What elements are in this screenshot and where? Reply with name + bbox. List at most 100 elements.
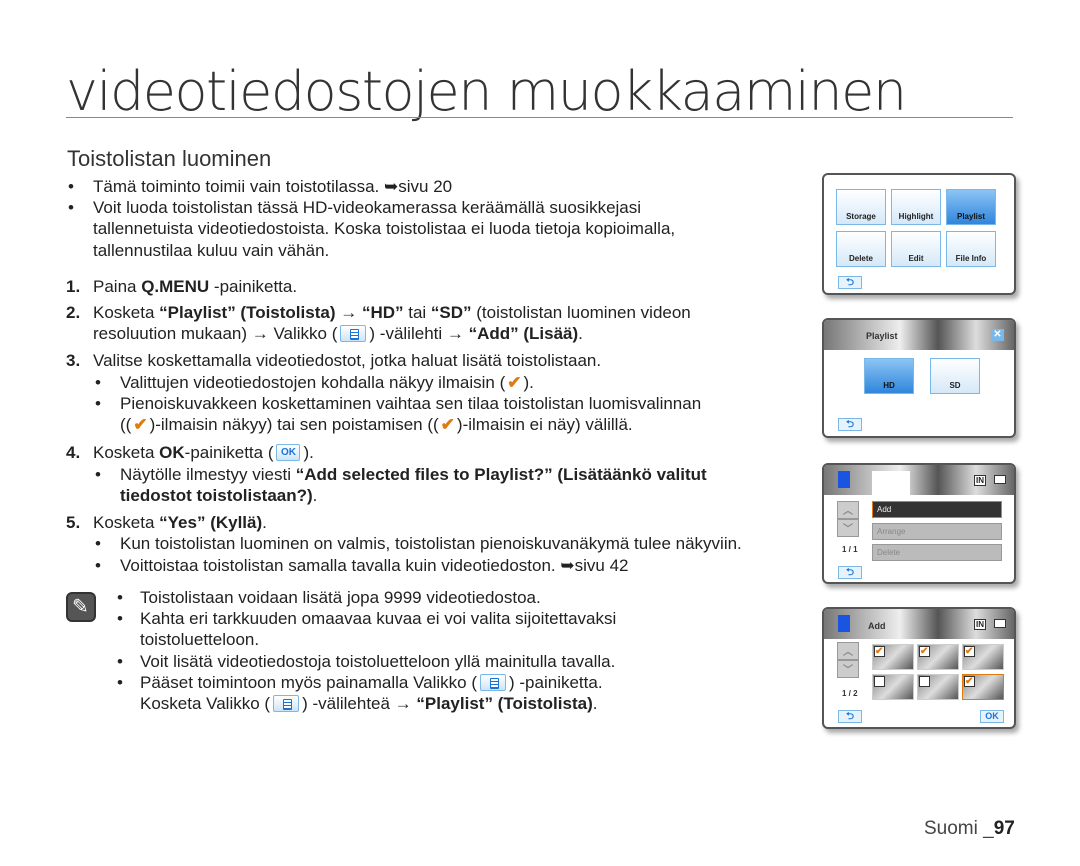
close-icon[interactable]: ✕ (991, 329, 1004, 341)
back-icon[interactable]: ⮌ (838, 276, 862, 289)
selection-checkbox[interactable] (874, 676, 885, 687)
menu-tab-icon (340, 325, 367, 343)
menu-tab-icon (480, 674, 507, 692)
battery-icon (994, 619, 1006, 628)
list-marker: • (117, 588, 123, 607)
menu-tile-edit[interactable]: Edit (891, 231, 941, 267)
selection-checkbox[interactable]: ✔ (964, 646, 975, 657)
menu-tile-playlist[interactable]: Playlist (946, 189, 996, 225)
back-icon[interactable]: ⮌ (838, 710, 862, 723)
battery-icon (994, 475, 1006, 484)
text: Kosketa (93, 303, 160, 322)
text-line: resoluution mukaan) → Valikko () -välile… (93, 323, 583, 344)
list-marker: 4. (66, 443, 81, 462)
tile-label: Storage (846, 212, 876, 221)
text: . (312, 486, 318, 505)
video-thumbnail[interactable]: ✔ (917, 644, 959, 670)
video-thumbnail[interactable]: ✔ (962, 674, 1004, 700)
check-icon: ✔ (507, 373, 522, 392)
bold-text: tiedostot toistolistaan?) (120, 486, 313, 505)
tile-label: Playlist (956, 212, 985, 221)
text: tallennetuista videotiedostoista. Koska … (93, 219, 676, 238)
section-title: Toistolistan luominen (67, 146, 272, 171)
menu-tile-highlight[interactable]: Highlight (891, 189, 941, 225)
page-indicator: 1 / 2 (842, 689, 858, 698)
text: Kahta eri tarkkuuden omaavaa kuvaa ei vo… (140, 609, 617, 628)
screen-menu: Storage Highlight Playlist Delete Edit File I… (822, 173, 1016, 295)
text-line: Kosketa OK-painiketta (OK). (93, 442, 314, 463)
text: Kosketa Valikko ( (140, 694, 271, 713)
text-line: Valittujen videotiedostojen kohdalla näk… (120, 372, 534, 393)
text-line: tallennustilaa kuluu vain vähän. (93, 240, 329, 261)
scroll-down-button[interactable]: ﹀ (837, 660, 859, 678)
sd-label: SD (949, 381, 961, 390)
text: . (592, 694, 598, 713)
selection-checkbox[interactable] (919, 676, 930, 687)
scroll-down-button[interactable]: ﹀ (837, 519, 859, 537)
text: Näytölle ilmestyy viesti (120, 465, 296, 484)
list-marker: • (95, 556, 101, 575)
video-thumbnail[interactable] (917, 674, 959, 700)
text: ) -painiketta. (509, 673, 603, 692)
playlist-file-icon (838, 471, 850, 488)
menu-tile-storage[interactable]: Storage (836, 189, 886, 225)
text-line: Kosketa “Playlist” (Toistolista) → “HD” … (93, 302, 691, 323)
bold-text: OK (159, 443, 185, 462)
text: Tämä toiminto toimii vain toistotilassa.… (93, 177, 453, 196)
text: Paina (93, 277, 142, 296)
video-thumbnail[interactable]: ✔ (962, 644, 1004, 670)
list-marker: • (95, 394, 101, 413)
video-thumbnail[interactable]: ✔ (872, 644, 914, 670)
hd-button[interactable]: HD (864, 358, 914, 394)
text: ). (303, 443, 314, 462)
scroll-up-button[interactable]: ︿ (837, 501, 859, 519)
menu-tile-delete[interactable]: Delete (836, 231, 886, 267)
bold-text: “Add selected files to Playlist?” (Lisät… (295, 465, 707, 484)
text-line: Kun toistolistan luominen on valmis, toi… (120, 533, 742, 554)
menu-item-arrange[interactable]: Arrange (872, 523, 1002, 540)
text: -painiketta. (209, 277, 298, 296)
list-marker: • (117, 609, 123, 628)
text-line: Pääset toimintoon myös painamalla Valikk… (140, 672, 603, 693)
page-title: videotiedostojen muokkaaminen (66, 60, 907, 123)
menu-item-delete[interactable]: Delete (872, 544, 1002, 561)
list-marker: • (117, 673, 123, 692)
screen-edit-menu: IN ︿ ﹀ 1 / 1 Add Arrange Delete ⮌ (822, 463, 1016, 584)
text-line: Kahta eri tarkkuuden omaavaa kuvaa ei vo… (140, 608, 616, 629)
scroll-up-button[interactable]: ︿ (837, 642, 859, 660)
page-indicator: 1 / 1 (842, 545, 858, 554)
selection-checkbox[interactable]: ✔ (874, 646, 885, 657)
tile-label: Edit (908, 254, 924, 263)
ok-button[interactable]: OK (980, 710, 1004, 723)
menu-tab-icon (273, 695, 300, 713)
check-icon: ✔ (133, 415, 148, 434)
screen-header: IN (824, 465, 1014, 495)
bold-text: “HD” (361, 303, 404, 322)
menu-item-add[interactable]: Add (872, 501, 1002, 518)
text-line: tallennetuista videotiedostoista. Koska … (93, 218, 675, 239)
check-icon: ✔ (440, 415, 455, 434)
hd-label: HD (883, 381, 895, 390)
bold-text: Q.MENU (141, 277, 210, 296)
video-thumbnail[interactable] (872, 674, 914, 700)
text-line: Valitse koskettamalla videotiedostot, jo… (93, 350, 601, 371)
selection-checkbox[interactable]: ✔ (919, 646, 930, 657)
list-marker: 1. (66, 277, 81, 296)
text: ) -välilehti → (369, 324, 469, 343)
back-icon[interactable]: ⮌ (838, 418, 862, 431)
text-line: tiedostot toistolistaan?). (120, 485, 317, 506)
list-marker: • (68, 177, 74, 196)
sd-button[interactable]: SD (930, 358, 980, 394)
text: tai (403, 303, 431, 322)
text: Pääset toimintoon myös painamalla Valikk… (140, 673, 478, 692)
page-footer: Suomi _97 (924, 818, 1015, 840)
menu-tile-file-info[interactable]: File Info (946, 231, 996, 267)
back-icon[interactable]: ⮌ (838, 566, 862, 579)
storage-status: IN (974, 475, 986, 486)
text: ). (523, 373, 534, 392)
screen-playlist: Playlist ✕ HD SD ⮌ (822, 318, 1016, 438)
selection-checkbox[interactable]: ✔ (964, 676, 975, 687)
text-line: Pienoiskuvakkeen koskettaminen vaihtaa s… (120, 393, 701, 414)
text-line: Voittoistaa toistolistan samalla tavalla… (120, 555, 628, 576)
menu-tab[interactable] (872, 471, 910, 495)
